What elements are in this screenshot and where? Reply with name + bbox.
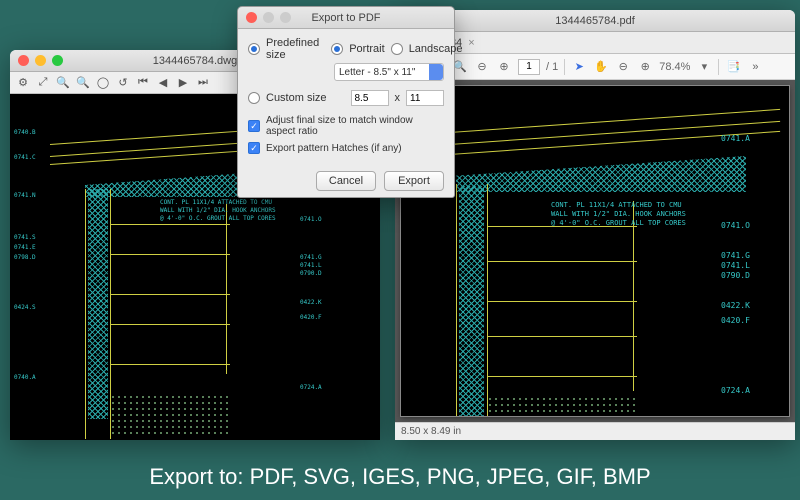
pan-icon[interactable]: ◯ xyxy=(94,75,112,91)
first-icon[interactable]: ⏮ xyxy=(134,75,152,91)
drawing-label: 0422.K xyxy=(300,299,322,306)
bookmark-icon[interactable]: 📑 xyxy=(725,59,741,75)
drawing-note: CONT. PL 11X1/4 ATTACHED TO CMU WALL WIT… xyxy=(160,199,276,222)
x-label: x xyxy=(395,92,401,104)
paper-size-select[interactable]: Letter - 8.5" x 11" xyxy=(334,63,444,81)
zoom-in-icon[interactable]: ⊕ xyxy=(637,59,653,75)
titlebar[interactable]: 1344465784.pdf xyxy=(395,10,795,32)
fit-icon[interactable]: ⤢ xyxy=(34,75,52,91)
drawing-label: 0424.S xyxy=(14,304,36,311)
export-hatches-label: Export pattern Hatches (if any) xyxy=(266,143,402,154)
export-hatches-checkbox[interactable] xyxy=(248,142,260,154)
drawing-label: 0741.G xyxy=(721,251,750,260)
page-size: 8.50 x 8.49 in xyxy=(401,426,461,437)
zoom-icon[interactable] xyxy=(52,55,63,66)
paper-size-value: Letter - 8.5" x 11" xyxy=(339,67,415,78)
zoom-out-icon[interactable]: 🔍 xyxy=(74,75,92,91)
next-icon[interactable]: ▶ xyxy=(174,75,192,91)
drawing-note: CONT. PL 11X1/4 ATTACHED TO CMU WALL WIT… xyxy=(551,201,686,228)
close-icon[interactable] xyxy=(18,55,29,66)
pdf-view[interactable]: CONT. PL 11X1/4 ATTACHED TO CMU WALL WIT… xyxy=(395,80,795,422)
drawing-label: 0741.O xyxy=(721,221,750,230)
drawing-label: 0741.S xyxy=(14,234,36,241)
drawing-label: 0422.K xyxy=(721,301,750,310)
portrait-radio[interactable] xyxy=(331,43,343,55)
landscape-radio[interactable] xyxy=(391,43,403,55)
dialog-titlebar[interactable]: Export to PDF xyxy=(238,7,454,29)
drawing-label: 0790.D xyxy=(300,270,322,277)
status-bar: 8.50 x 8.49 in xyxy=(395,422,795,440)
drawing-label: 0420.F xyxy=(300,314,322,321)
predefined-size-label: Predefined size xyxy=(266,37,319,61)
zoom-in-icon[interactable]: 🔍 xyxy=(54,75,72,91)
drawing-label: 0724.A xyxy=(721,386,750,395)
last-icon[interactable]: ⏭ xyxy=(194,75,212,91)
page-total: / 1 xyxy=(546,61,558,73)
drawing-label: 0741.E xyxy=(14,244,36,251)
drawing-label: 0741.N xyxy=(14,192,36,199)
adjust-aspect-label: Adjust final size to match window aspect… xyxy=(266,115,444,137)
drawing-label: 0741.A xyxy=(721,134,750,143)
predefined-size-radio[interactable] xyxy=(248,43,260,55)
portrait-label: Portrait xyxy=(349,43,384,55)
width-input[interactable] xyxy=(351,90,389,106)
page-input[interactable] xyxy=(518,59,540,75)
prev-page-icon[interactable]: ⊖ xyxy=(474,59,490,75)
traffic-lights[interactable] xyxy=(246,12,291,23)
custom-size-label: Custom size xyxy=(266,92,327,104)
prev-icon[interactable]: ◀ xyxy=(154,75,172,91)
drawing-label: 0420.F xyxy=(721,316,750,325)
close-icon[interactable] xyxy=(246,12,257,23)
drawing-label: 0724.A xyxy=(300,384,322,391)
custom-size-radio[interactable] xyxy=(248,92,260,104)
minimize-icon[interactable] xyxy=(35,55,46,66)
drawing-label: 0740.B xyxy=(14,129,36,136)
pdf-toolbar: ☰ ✉ 🔍 ⊖ ⊕ / 1 ➤ ✋ ⊖ ⊕ 78.4% ▾ 📑 » xyxy=(395,54,795,80)
traffic-lights[interactable] xyxy=(18,55,63,66)
pdf-viewer-window: 1344465784.pdf 1344465784 × ☰ ✉ 🔍 ⊖ ⊕ / … xyxy=(395,10,795,440)
pointer-icon[interactable]: ➤ xyxy=(571,59,587,75)
drawing-label: 0741.L xyxy=(300,262,322,269)
height-input[interactable] xyxy=(406,90,444,106)
pdf-page: CONT. PL 11X1/4 ATTACHED TO CMU WALL WIT… xyxy=(401,86,789,416)
next-page-icon[interactable]: ⊕ xyxy=(496,59,512,75)
landscape-label: Landscape xyxy=(409,43,463,55)
dialog-title: Export to PDF xyxy=(311,12,380,24)
drawing-label: 0798.D xyxy=(14,254,36,261)
rotate-icon[interactable]: ↺ xyxy=(114,75,132,91)
drawing-label: 0741.L xyxy=(721,261,750,270)
drawing-label: 0790.D xyxy=(721,271,750,280)
export-pdf-dialog: Export to PDF Predefined size Portrait L… xyxy=(237,6,455,198)
window-title: 1344465784.pdf xyxy=(555,15,635,27)
window-title: 1344465784.dwg xyxy=(153,55,237,67)
more-icon[interactable]: » xyxy=(747,59,763,75)
adjust-aspect-checkbox[interactable] xyxy=(248,120,260,132)
drawing-label: 0741.O xyxy=(300,216,322,223)
minimize-icon xyxy=(263,12,274,23)
zoom-icon xyxy=(280,12,291,23)
gear-icon[interactable]: ⚙ xyxy=(14,75,32,91)
drawing-label: 0740.A xyxy=(14,374,36,381)
drawing-label: 0741.G xyxy=(300,254,322,261)
tab-close-icon[interactable]: × xyxy=(468,37,474,49)
caption: Export to: PDF, SVG, IGES, PNG, JPEG, GI… xyxy=(0,464,800,490)
export-button[interactable]: Export xyxy=(384,171,444,191)
zoom-level[interactable]: 78.4% xyxy=(659,61,690,73)
cancel-button[interactable]: Cancel xyxy=(316,171,376,191)
zoom-out-icon[interactable]: ⊖ xyxy=(615,59,631,75)
hand-icon[interactable]: ✋ xyxy=(593,59,609,75)
chevron-down-icon[interactable]: ▾ xyxy=(696,59,712,75)
drawing-label: 0741.C xyxy=(14,154,36,161)
